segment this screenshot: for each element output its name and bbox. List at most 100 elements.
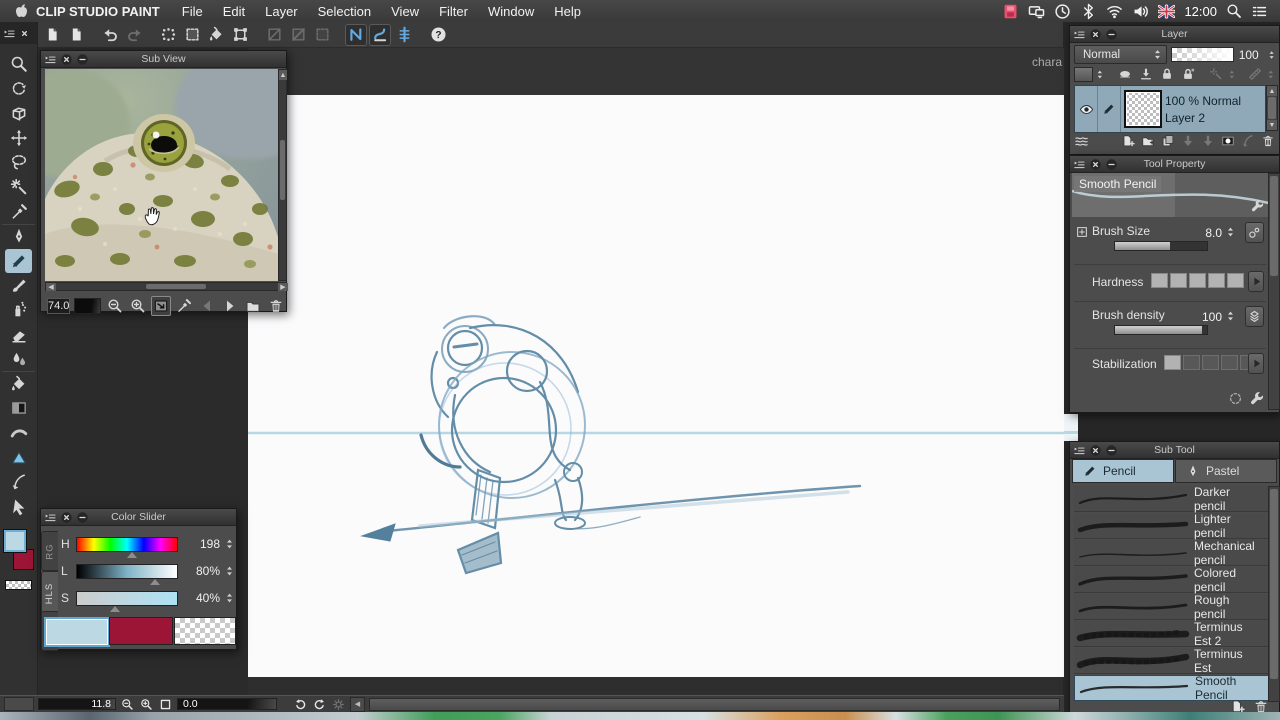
sub-view-eyedropper-button[interactable] [174,296,194,316]
canvas[interactable] [248,95,1064,677]
color-mode-tab-hls[interactable]: HLS [41,571,58,615]
tool-pen[interactable] [5,224,32,248]
tool-move[interactable] [5,126,32,150]
sub-tool-item-terminus-est[interactable]: Terminus Est [1074,648,1269,674]
menu-selection[interactable]: Selection [308,4,381,19]
select-area-button[interactable] [181,24,203,46]
l-value[interactable]: 80% [182,564,220,578]
document-tab[interactable]: chara [1032,55,1062,69]
lock-transparent-icon[interactable] [1181,67,1195,81]
opacity-stepper[interactable] [1267,48,1276,62]
sub-view-fit-to-screen-button[interactable] [151,296,171,316]
tool-settings-icon[interactable] [1249,391,1265,407]
delete-layer-icon[interactable] [1261,134,1275,148]
minimize-icon[interactable] [1105,158,1118,171]
sub-tool-scrollbar[interactable] [1268,486,1280,702]
sub-view-next-button[interactable] [220,296,240,316]
displays-icon[interactable] [1028,3,1045,20]
undo-button[interactable] [99,24,121,46]
minimize-icon[interactable] [1105,444,1118,457]
menu-file[interactable]: File [172,4,213,19]
wifi-icon[interactable] [1106,3,1123,20]
h-value[interactable]: 198 [182,537,220,551]
transform-button[interactable] [229,24,251,46]
sub-tool-tab-pastel[interactable]: Pastel [1175,459,1277,483]
transparent-color-swatch[interactable] [5,580,32,590]
sub-tool-item-terminus-est-2[interactable]: Terminus Est 2 [1074,621,1269,647]
menu-help[interactable]: Help [544,4,591,19]
stepper-icon[interactable] [224,590,235,606]
close-icon[interactable] [1089,28,1102,41]
snap-grid-button[interactable] [393,24,415,46]
merge-down-icon[interactable] [1181,134,1195,148]
tool-pencil[interactable] [5,249,32,273]
minimize-icon[interactable] [1105,28,1118,41]
main-color-swatch[interactable] [4,530,26,552]
close-icon[interactable] [1089,444,1102,457]
brush-size-stepper[interactable] [1225,224,1236,240]
bluetooth-icon[interactable] [1080,3,1097,20]
tool-eyedropper[interactable] [5,200,32,224]
tool-property-scrollbar[interactable] [1268,173,1280,410]
deselect-button[interactable] [157,24,179,46]
opacity-slider[interactable] [1171,47,1234,62]
tool-gradient[interactable] [5,396,32,420]
layer-effects-icon[interactable] [1074,134,1089,149]
layer-color-stepper[interactable] [1095,68,1105,81]
snap-special-ruler-button[interactable] [369,24,391,46]
mask-edit-icon[interactable] [1241,134,1255,148]
reference-layer-icon[interactable] [1209,67,1223,81]
layer-row-layer-2[interactable]: 100 % Normal Layer 2 [1074,85,1266,133]
rotate-ccw-button[interactable] [293,697,308,712]
s-value[interactable]: 40% [182,591,220,605]
zoom-in-button[interactable] [139,697,154,712]
new-layer-icon[interactable] [1121,134,1135,148]
stepper-icon[interactable] [224,563,235,579]
canvas-zoom-slider[interactable]: 11.8 [38,698,116,710]
stabilization-expand-button[interactable] [1248,353,1264,374]
minimize-icon[interactable] [76,53,89,66]
new-file-button[interactable] [65,24,87,46]
new-folder-icon[interactable] [1141,134,1155,148]
app-name[interactable]: CLIP STUDIO PAINT [30,4,172,19]
layer-thumbnail[interactable] [1124,90,1162,128]
brush-density-pressure-button[interactable] [1245,306,1264,327]
sub-color-swatch[interactable] [109,617,173,645]
brush-size-slider[interactable] [1114,241,1208,251]
layer-list-scrollbar[interactable]: ▲ ▼ [1266,85,1278,131]
layer-color-swatch[interactable] [1074,67,1093,82]
layer-name[interactable]: Layer 2 [1165,111,1241,125]
rotate-cw-button[interactable] [312,697,327,712]
flatten-icon[interactable] [1201,134,1215,148]
tool-zoom[interactable] [5,52,32,76]
reset-view-button[interactable] [331,697,346,712]
tool-eraser[interactable] [5,323,32,347]
recording-indicator-icon[interactable] [1002,3,1019,20]
panel-menu-icon[interactable] [3,27,16,40]
reference-image-toad[interactable] [45,69,278,281]
clip-studio-button[interactable] [41,24,63,46]
menu-window[interactable]: Window [478,4,544,19]
brush-density-stepper[interactable] [1225,308,1236,324]
sub-tool-item-rough-pencil[interactable]: Rough pencil [1074,594,1269,620]
spotlight-icon[interactable] [1226,3,1242,19]
sub-tool-item-darker-pencil[interactable]: Darker pencil [1074,486,1269,512]
panel-menu-icon[interactable] [1073,444,1086,457]
layer-visibility-icon[interactable] [1079,102,1094,117]
zoom-out-button[interactable] [120,697,135,712]
duplicate-layer-icon[interactable] [1161,134,1175,148]
color-slider-titlebar[interactable]: Color Slider [41,509,236,526]
sub-tool-item-mechanical-pencil[interactable]: Mechanical pencil [1074,540,1269,566]
sub-tool-titlebar[interactable]: Sub Tool [1070,442,1279,459]
sub-view-previous-button[interactable] [197,296,217,316]
brush-size-value[interactable]: 8.0 [1205,226,1222,240]
reset-tool-icon[interactable] [1228,391,1243,406]
volume-icon[interactable] [1132,3,1149,20]
rotate-canvas-button[interactable] [263,24,285,46]
sub-color-swatch[interactable] [13,549,34,570]
close-icon[interactable] [60,511,73,524]
panel-menu-icon[interactable] [1073,28,1086,41]
minimize-icon[interactable] [76,511,89,524]
main-color-swatch[interactable] [44,617,110,647]
crop-button[interactable] [311,24,333,46]
